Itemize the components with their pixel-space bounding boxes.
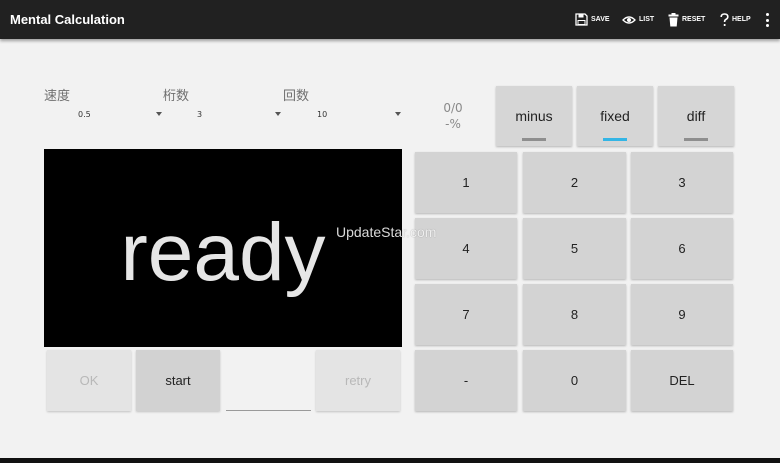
toggle-indicator [684,138,708,141]
key-6[interactable]: 6 [631,218,733,279]
speed-value: 0.5 [78,110,91,119]
dropdown-arrow-icon [395,112,401,116]
display-text: ready [120,207,326,298]
key-9[interactable]: 9 [631,284,733,345]
floppy-disk-icon [575,13,588,26]
key-3[interactable]: 3 [631,152,733,213]
dropdown-arrow-icon [156,112,162,116]
score-ratio: 0/0 [443,101,463,115]
key-1[interactable]: 1 [415,152,517,213]
app-title: Mental Calculation [10,12,125,27]
reset-label: RESET [682,16,706,23]
key-8[interactable]: 8 [523,284,626,345]
start-button[interactable]: start [136,350,220,411]
system-nav-bar [0,458,780,463]
ok-button[interactable]: OK [47,350,131,411]
number-display: ready [44,149,402,347]
question-mark-icon [720,12,729,26]
digits-label: 桁数 [163,89,190,104]
help-action[interactable]: HELP [720,10,751,29]
key-delete[interactable]: DEL [631,350,733,411]
diff-toggle[interactable]: diff [658,86,734,146]
key-5[interactable]: 5 [523,218,626,279]
action-bar: Mental Calculation SAVE LIST RESET HELP [0,0,780,39]
score-display: 0/0 -% [425,100,481,132]
list-action[interactable]: LIST [622,10,654,29]
save-action[interactable]: SAVE [575,10,610,29]
dropdown-arrow-icon [275,112,281,116]
key-0[interactable]: 0 [523,350,626,411]
key-2[interactable]: 2 [523,152,626,213]
key-minus[interactable]: - [415,350,517,411]
minus-toggle[interactable]: minus [496,86,572,146]
list-label: LIST [639,16,655,23]
reset-action[interactable]: RESET [668,10,705,29]
speed-spinner[interactable]: 0.5 [44,107,162,125]
speed-label: 速度 [44,89,71,104]
count-label: 回数 [283,89,310,104]
retry-button[interactable]: retry [316,350,400,411]
overflow-menu-icon[interactable] [764,13,770,27]
score-percent: -% [445,117,461,131]
save-label: SAVE [591,16,610,23]
count-value: 10 [317,110,328,119]
trash-icon [668,12,679,26]
count-spinner[interactable]: 10 [283,107,401,125]
answer-input[interactable] [226,350,311,411]
fixed-toggle[interactable]: fixed [577,86,653,146]
digits-spinner[interactable]: 3 [163,107,281,125]
key-7[interactable]: 7 [415,284,517,345]
toggle-indicator [522,138,546,141]
toggle-indicator [603,138,627,141]
watermark: UpdateStar.com [336,224,437,240]
digits-value: 3 [197,110,203,119]
eye-icon [622,15,636,24]
help-label: HELP [732,16,751,23]
